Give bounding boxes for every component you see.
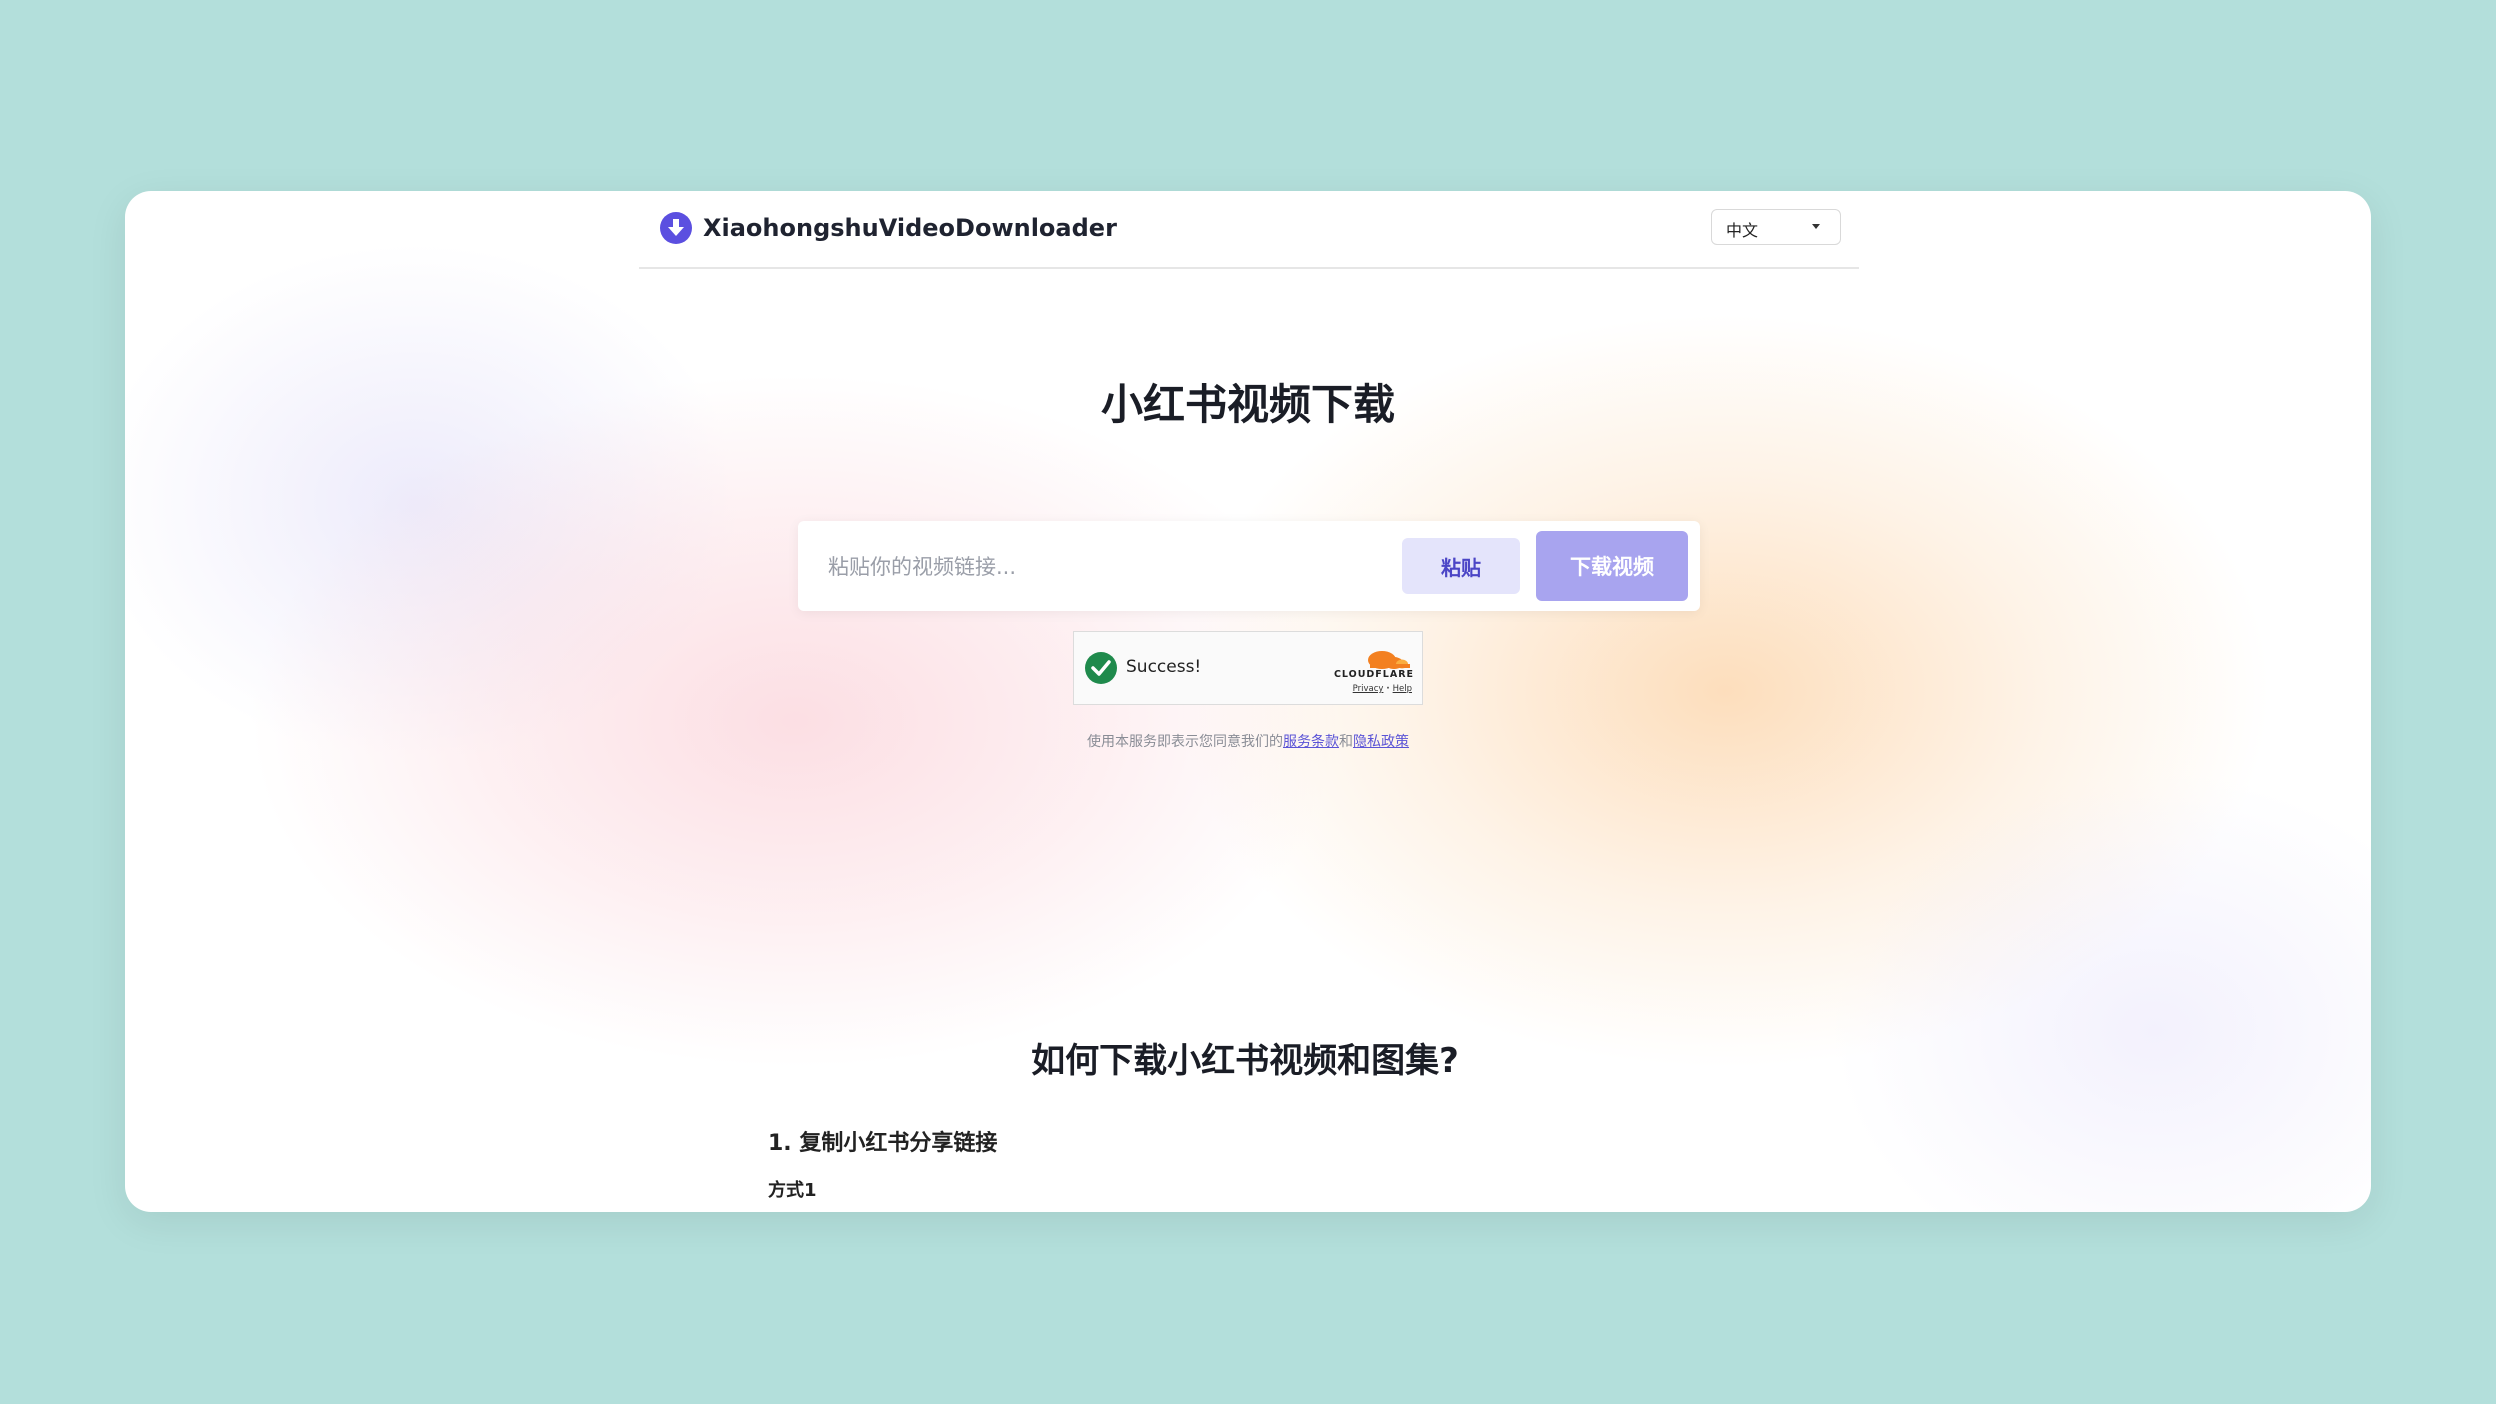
cloudflare-cloud-icon [1368, 651, 1410, 669]
captcha-link-separator: · [1383, 684, 1393, 694]
site-header: XiaohongshuVideoDownloader 中文 [639, 191, 1859, 269]
captcha-links: Privacy · Help [1353, 684, 1412, 694]
brand-name[interactable]: XiaohongshuVideoDownloader [703, 210, 1117, 246]
privacy-policy-link[interactable]: 隐私政策 [1353, 734, 1409, 750]
terms-of-service-link[interactable]: 服务条款 [1283, 734, 1339, 750]
captcha-status: Success! [1126, 657, 1202, 677]
captcha-help-link[interactable]: Help [1393, 684, 1412, 694]
video-url-input[interactable] [826, 543, 1390, 591]
howto-method-1: 方式1 [768, 1180, 817, 1201]
captcha-privacy-link[interactable]: Privacy [1353, 684, 1384, 694]
howto-step-1: 1. 复制小红书分享链接 [768, 1131, 998, 1156]
terms-notice: 使用本服务即表示您同意我们的服务条款和隐私政策 [125, 731, 2371, 751]
download-video-button[interactable]: 下载视频 [1536, 531, 1688, 601]
paste-button[interactable]: 粘贴 [1402, 538, 1520, 594]
terms-and: 和 [1339, 734, 1353, 750]
background-glow-lavender [125, 221, 765, 781]
background-glow-pink [245, 371, 1345, 1071]
language-select[interactable]: 中文 [1711, 209, 1841, 245]
check-circle-icon [1085, 652, 1117, 684]
download-arrow-icon[interactable] [659, 211, 693, 245]
page-title: 小红书视频下载 [1100, 380, 1395, 429]
language-selected: 中文 [1726, 221, 1759, 240]
browser-window: XiaohongshuVideoDownloader 中文 小红书视频下载 粘贴… [125, 191, 2371, 1212]
cloudflare-wordmark: CLOUDFLARE [1333, 669, 1414, 680]
search-bar: 粘贴 下载视频 [798, 521, 1700, 611]
terms-prefix: 使用本服务即表示您同意我们的 [1087, 734, 1283, 750]
howto-title: 如何下载小红书视频和图集? [1031, 1041, 1459, 1081]
cloudflare-turnstile[interactable]: Success! CLOUDFLARE Privacy · Help [1073, 631, 1423, 705]
chevron-down-icon [1812, 224, 1820, 229]
background-glow-lavender-2 [1805, 751, 2371, 1212]
